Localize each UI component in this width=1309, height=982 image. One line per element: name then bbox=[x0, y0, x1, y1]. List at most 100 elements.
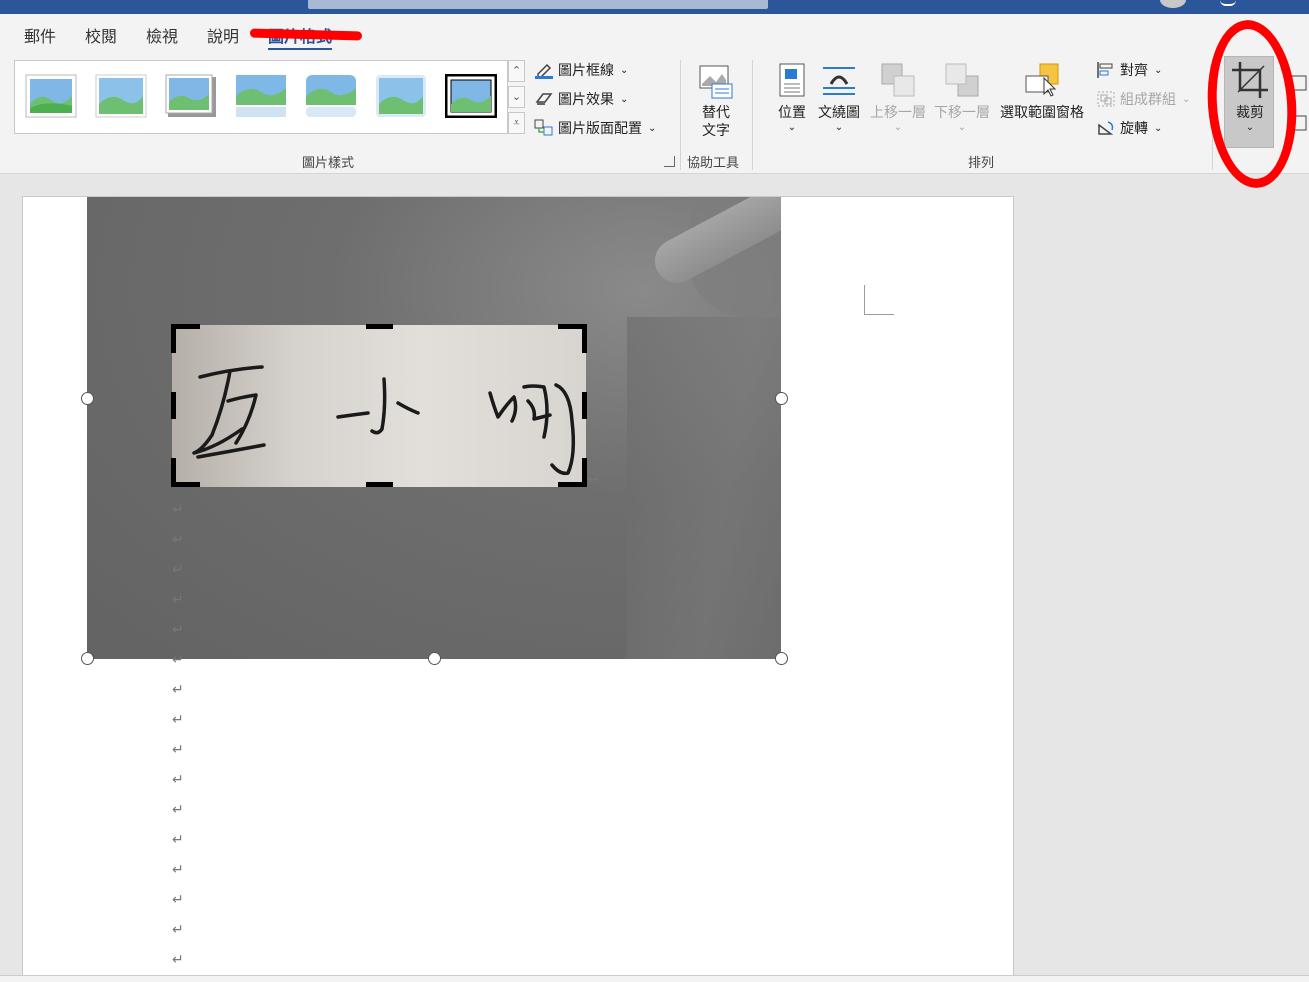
arrange-group-label: 排列 bbox=[968, 156, 995, 171]
crop-button[interactable]: 裁剪 ⌄ bbox=[1230, 60, 1270, 134]
picture-style-thumb-rounded-reflect[interactable] bbox=[305, 74, 357, 118]
selection-pane-icon bbox=[1025, 63, 1059, 97]
crop-icon bbox=[1232, 62, 1268, 98]
rotate-icon bbox=[1098, 121, 1114, 135]
send-backward-button[interactable]: 下移一層 ⌄ bbox=[934, 60, 990, 134]
alt-text-icon bbox=[699, 65, 733, 99]
paragraph-mark: ↵ bbox=[172, 922, 184, 938]
picture-style-thumb-soft-edge[interactable] bbox=[95, 74, 147, 118]
dialog-launcher-icon[interactable] bbox=[664, 156, 675, 167]
paragraph-mark: ↵ bbox=[172, 862, 184, 878]
paragraph-mark: ↵ bbox=[172, 802, 184, 818]
accessibility-group-label: 協助工具 bbox=[687, 156, 740, 171]
chevron-down-icon: ⌄ bbox=[620, 93, 629, 105]
status-bar bbox=[0, 975, 1309, 982]
alt-text-label-line1: 替代 bbox=[702, 105, 730, 121]
send-backward-icon bbox=[945, 63, 979, 97]
wrap-text-button[interactable]: 文繞圖 ⌄ bbox=[818, 60, 860, 134]
chevron-down-icon: ⌄ bbox=[957, 122, 967, 133]
crop-handle-right[interactable] bbox=[582, 392, 587, 419]
search-box[interactable] bbox=[308, 0, 768, 9]
effects-icon bbox=[535, 93, 553, 105]
picture-effects-button[interactable]: 圖片效果 ⌄ bbox=[534, 89, 628, 109]
ribbon-display-options-icon[interactable] bbox=[1220, 0, 1236, 6]
tab-review[interactable]: 校閱 bbox=[85, 23, 117, 47]
bring-forward-label: 上移一層 bbox=[870, 105, 926, 121]
picture-styles-group-label: 圖片樣式 bbox=[302, 156, 355, 171]
picture-style-thumb-simple-frame[interactable] bbox=[25, 74, 77, 118]
picture-layout-button[interactable]: 圖片版面配置 ⌄ bbox=[534, 118, 656, 138]
handwritten-signature bbox=[192, 365, 576, 476]
align-label: 對齊 bbox=[1120, 63, 1148, 79]
resize-handle-bottom-right[interactable] bbox=[775, 652, 788, 665]
picture-style-thumb-soft-glow[interactable] bbox=[375, 74, 427, 118]
gallery-scroll-up[interactable]: ⌃ bbox=[508, 60, 525, 82]
bring-forward-icon bbox=[881, 63, 915, 97]
wrap-text-label: 文繞圖 bbox=[818, 105, 860, 121]
chevron-down-icon: ⌄ bbox=[1245, 122, 1255, 133]
group-objects-button[interactable]: 組成群組 ⌄ bbox=[1096, 89, 1190, 109]
picture-style-thumb-black-frame[interactable] bbox=[444, 73, 498, 119]
chevron-down-icon: ⌄ bbox=[893, 122, 903, 133]
chevron-down-icon: ⌄ bbox=[620, 64, 629, 76]
height-icon bbox=[1291, 75, 1307, 91]
group-divider bbox=[752, 60, 753, 170]
picture-style-thumb-shadow[interactable] bbox=[165, 74, 217, 118]
position-label: 位置 bbox=[778, 105, 806, 121]
crop-handle-left[interactable] bbox=[171, 392, 176, 419]
width-field-icon[interactable] bbox=[1290, 114, 1309, 132]
pen-icon bbox=[535, 63, 553, 79]
chevron-down-icon: ⌄ bbox=[787, 122, 797, 133]
user-avatar[interactable] bbox=[1160, 0, 1186, 8]
photo-paper-fold bbox=[627, 317, 781, 659]
crop-handle-bottom-left-vertical[interactable] bbox=[171, 458, 176, 487]
crop-handle-top-left-vertical[interactable] bbox=[171, 324, 176, 353]
resize-handle-right[interactable] bbox=[775, 392, 788, 405]
gallery-more[interactable]: ⩡ bbox=[508, 112, 525, 134]
send-backward-label: 下移一層 bbox=[934, 105, 990, 121]
resize-handle-left[interactable] bbox=[81, 392, 94, 405]
position-button[interactable]: 位置 ⌄ bbox=[772, 60, 812, 134]
picture-border-label: 圖片框線 bbox=[558, 63, 614, 79]
paragraph-mark: ↵ bbox=[172, 622, 184, 638]
paragraph-mark: ↵ bbox=[172, 772, 184, 788]
alt-text-button[interactable]: 替代 文字 bbox=[696, 60, 736, 140]
rotate-button[interactable]: 旋轉 ⌄ bbox=[1096, 118, 1162, 138]
align-icon bbox=[1097, 62, 1113, 78]
picture-layout-label: 圖片版面配置 bbox=[558, 121, 642, 137]
picture-effects-label: 圖片效果 bbox=[558, 92, 614, 108]
resize-handle-bottom-left[interactable] bbox=[81, 652, 94, 665]
bring-forward-button[interactable]: 上移一層 ⌄ bbox=[870, 60, 926, 134]
ribbon-tabs: 郵件 校閱 檢視 說明 圖片格式 bbox=[0, 14, 1309, 54]
resize-handle-bottom[interactable] bbox=[428, 652, 441, 665]
rotate-label: 旋轉 bbox=[1120, 121, 1148, 137]
height-field-icon[interactable] bbox=[1290, 74, 1309, 92]
gallery-scroll-down[interactable]: ⌄ bbox=[508, 86, 525, 108]
paragraph-mark: ↵ bbox=[172, 652, 184, 668]
picture-style-thumb-reflected[interactable] bbox=[235, 74, 287, 118]
align-button[interactable]: 對齊 ⌄ bbox=[1096, 60, 1162, 80]
chevron-down-icon: ⌄ bbox=[1182, 93, 1191, 105]
paragraph-mark: ↵ bbox=[172, 952, 184, 968]
selection-pane-label: 選取範圍窗格 bbox=[1000, 105, 1084, 121]
wrap-text-icon bbox=[823, 67, 855, 95]
paragraph-mark: ↵ bbox=[172, 712, 184, 728]
tab-view[interactable]: 檢視 bbox=[146, 23, 178, 47]
paragraph-mark: ↵ bbox=[172, 682, 184, 698]
crop-region[interactable] bbox=[172, 325, 586, 487]
alt-text-label-line2: 文字 bbox=[702, 123, 730, 139]
crop-handle-top[interactable] bbox=[366, 324, 393, 329]
tab-help[interactable]: 說明 bbox=[207, 23, 239, 47]
chevron-down-icon: ⌄ bbox=[648, 122, 657, 134]
picture-border-button[interactable]: 圖片框線 ⌄ bbox=[534, 60, 628, 80]
paragraph-mark: ↵ bbox=[172, 742, 184, 758]
paragraph-mark: ↵ bbox=[172, 592, 184, 608]
group-icon bbox=[1097, 91, 1115, 107]
paragraph-mark: ↵ bbox=[172, 832, 184, 848]
selection-pane-button[interactable]: 選取範圍窗格 bbox=[1000, 60, 1084, 122]
crop-handle-bottom[interactable] bbox=[366, 482, 393, 487]
crop-handle-top-right-vertical[interactable] bbox=[582, 324, 587, 353]
picture-styles-gallery bbox=[14, 60, 508, 134]
tab-mailings[interactable]: 郵件 bbox=[24, 23, 56, 47]
crop-handle-bottom-right-vertical[interactable] bbox=[582, 458, 587, 487]
